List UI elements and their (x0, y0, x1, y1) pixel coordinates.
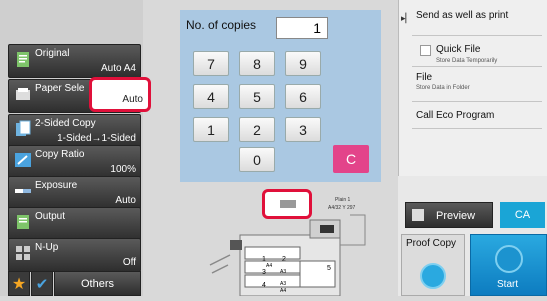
n-up-value: Off (122, 257, 136, 268)
original-label: Original (35, 48, 70, 59)
tray1-label: Plain 1 (335, 197, 351, 203)
key-9[interactable]: 9 (285, 51, 321, 76)
preview-label: Preview (436, 210, 476, 222)
original-icon (17, 52, 29, 67)
proof-copy-icon (420, 263, 446, 289)
output-label: Output (35, 211, 66, 222)
copies-input[interactable]: 1 (276, 17, 328, 39)
preview-button[interactable]: Preview (405, 202, 493, 228)
star-icon[interactable]: ★ (8, 271, 30, 296)
tray-2-label: 2 (282, 256, 286, 263)
tray-4-label: 4 (262, 282, 266, 289)
n-up-button[interactable]: N-Up Off (8, 238, 141, 272)
clear-key[interactable]: C (333, 145, 369, 173)
output-button[interactable]: Output (8, 207, 141, 241)
n-up-label: N-Up (35, 242, 59, 253)
quick-file-button[interactable]: Quick File Store Data Temporarily (418, 42, 540, 72)
proof-copy-button[interactable]: Proof Copy (401, 234, 465, 296)
exposure-value: Auto (115, 195, 136, 206)
divider (412, 35, 542, 36)
others-button[interactable]: Others (54, 271, 141, 296)
file-label: File (416, 72, 433, 83)
paper-select-value: Auto (122, 94, 143, 105)
paper-icon (16, 88, 30, 100)
copy-ratio-icon (15, 153, 31, 167)
two-sided-copy-button[interactable]: 2-Sided Copy 1-Sided→1-Sided (8, 114, 141, 148)
two-sided-icon (16, 120, 31, 136)
tray-5-label: 5 (327, 265, 331, 272)
copies-label: No. of copies (186, 18, 257, 32)
exposure-button[interactable]: Exposure Auto (8, 176, 141, 210)
n-up-icon (16, 246, 30, 260)
bottom-bar: ★ ✔ Others (8, 271, 141, 296)
tray1-size: A4/32 Y 297 (328, 205, 356, 211)
key-2[interactable]: 2 (239, 117, 275, 142)
quick-file-checkbox[interactable] (420, 45, 431, 56)
ca-button[interactable]: CA (500, 202, 545, 228)
tray-1-size: A4 (266, 263, 273, 269)
expand-arrow-icon[interactable]: ▸▏ (401, 13, 412, 24)
exposure-icon (15, 189, 31, 193)
original-button[interactable]: Original Auto A4 (8, 44, 141, 78)
copy-ratio-value: 100% (110, 164, 136, 175)
exposure-label: Exposure (35, 180, 78, 191)
divider (412, 128, 542, 129)
copy-ratio-button[interactable]: Copy Ratio 100% (8, 145, 141, 179)
output-icon (17, 215, 29, 229)
proof-copy-label: Proof Copy (406, 238, 457, 249)
tray-4-size: A4 (280, 288, 287, 294)
call-eco-program-button[interactable]: Call Eco Program (416, 110, 494, 121)
two-sided-value: 1-Sided→1-Sided (57, 133, 136, 144)
key-1[interactable]: 1 (193, 117, 229, 142)
paper-select-value-highlight[interactable]: Auto (89, 77, 151, 112)
start-label: Start (497, 279, 519, 290)
tray-2-size: A3 (280, 269, 287, 275)
start-button[interactable]: Start (470, 234, 547, 296)
send-label: Send as well as print (416, 10, 509, 21)
divider (412, 101, 542, 102)
key-0[interactable]: 0 (239, 147, 275, 172)
divider (412, 66, 542, 67)
two-sided-label: 2-Sided Copy (35, 118, 96, 129)
quick-file-label: Quick File (436, 44, 481, 55)
tray-3-size: A3 (280, 281, 287, 287)
key-4[interactable]: 4 (193, 84, 229, 109)
tray-3-label: 3 (262, 269, 266, 276)
copy-ratio-label: Copy Ratio (35, 149, 85, 160)
check-icon[interactable]: ✔ (31, 271, 53, 296)
file-button[interactable]: File Store Data in Folder (416, 70, 542, 96)
key-5[interactable]: 5 (239, 84, 275, 109)
paper-select-label: Paper Sele (35, 83, 85, 94)
key-7[interactable]: 7 (193, 51, 229, 76)
quick-file-sub: Store Data Temporarily (436, 58, 498, 64)
preview-icon (412, 209, 424, 221)
key-8[interactable]: 8 (239, 51, 275, 76)
file-sub: Store Data in Folder (416, 85, 470, 91)
tray-select-highlight[interactable] (262, 189, 312, 219)
tray-icon (280, 200, 296, 208)
key-6[interactable]: 6 (285, 84, 321, 109)
start-icon (495, 245, 523, 273)
key-3[interactable]: 3 (285, 117, 321, 142)
tray-1-label: 1 (262, 256, 266, 263)
original-value: Auto A4 (100, 63, 136, 74)
